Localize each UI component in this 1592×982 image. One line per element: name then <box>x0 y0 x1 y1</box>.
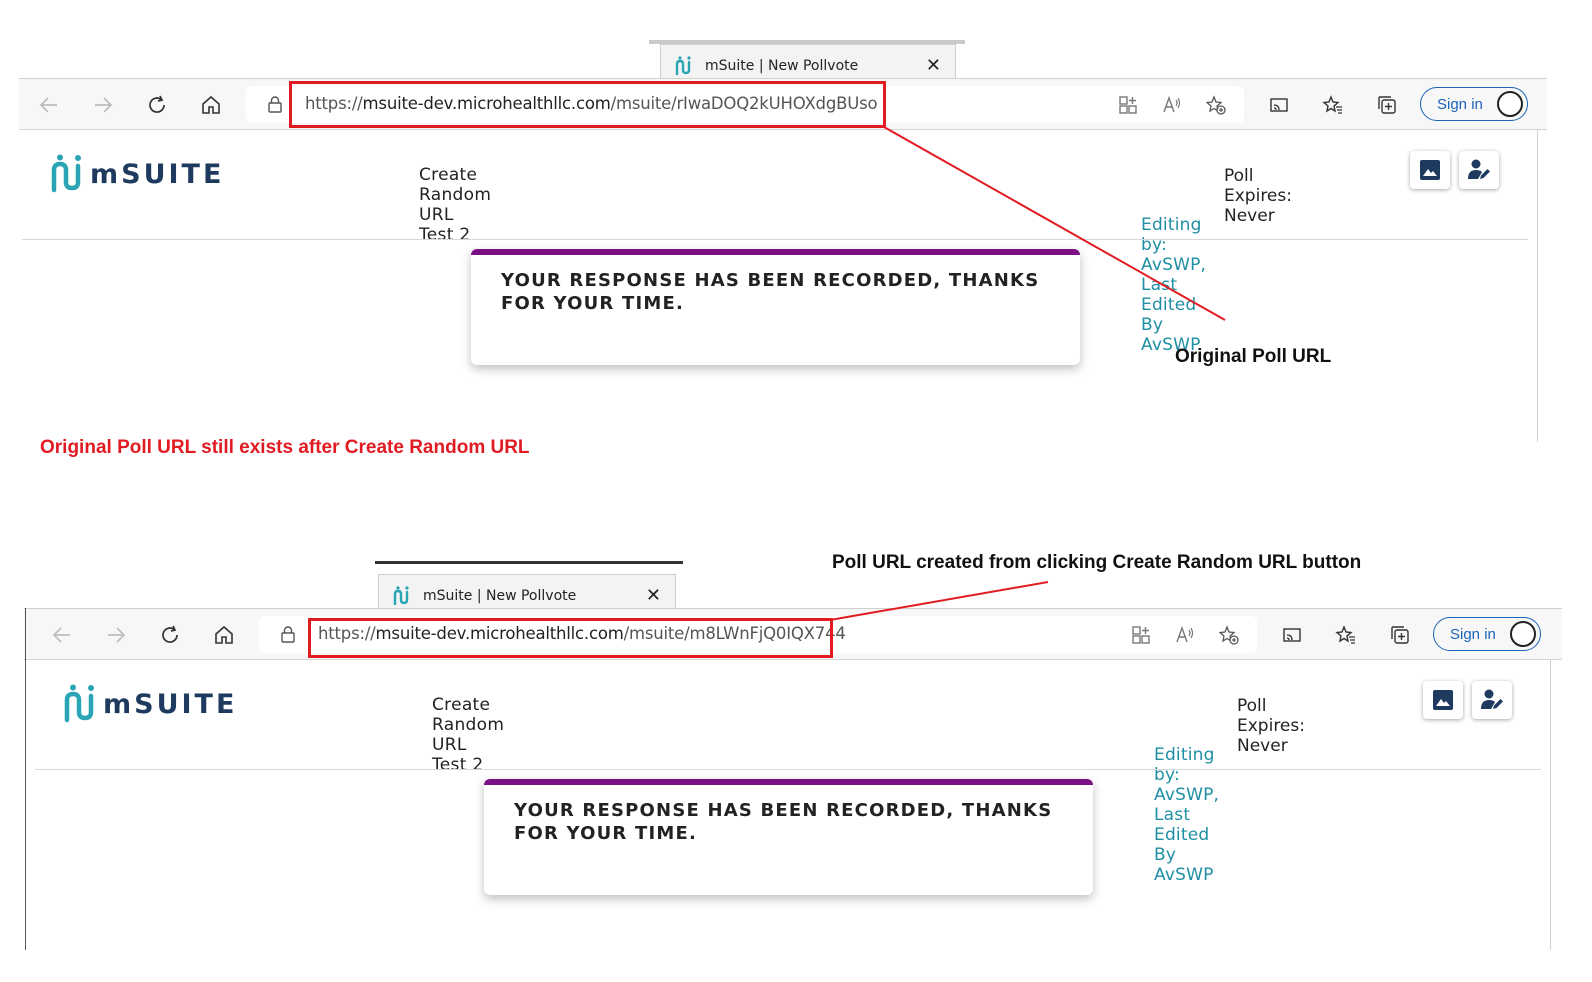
image-button[interactable] <box>1410 151 1450 189</box>
app-available-icon[interactable] <box>1131 625 1151 645</box>
msuite-logo-icon <box>64 684 94 723</box>
tab-title: mSuite | New Pollvote <box>705 57 859 74</box>
editing-info: Editing by: AvSWP, Last Edited By AvSWP <box>1141 215 1207 355</box>
msuite-logo: mSUITE <box>63 684 237 724</box>
home-button[interactable] <box>210 621 238 649</box>
back-button[interactable] <box>48 621 76 649</box>
annotation-original-url: Original Poll URL <box>1175 346 1332 367</box>
tab-strip <box>375 561 683 564</box>
sign-in-label: Sign in <box>1450 625 1496 643</box>
poll-expires: Poll Expires: Never <box>1224 166 1292 226</box>
window-edge <box>25 608 26 950</box>
cast-icon <box>1283 628 1301 642</box>
logo-text: mSUITE <box>90 158 225 190</box>
image-icon <box>1420 160 1440 180</box>
collections-icon <box>1378 96 1396 114</box>
edit-user-button[interactable] <box>1472 681 1512 719</box>
arrow-left-icon <box>52 627 70 643</box>
app-available-icon[interactable] <box>1118 95 1138 115</box>
read-aloud-icon[interactable] <box>1175 625 1195 645</box>
user-edit-icon <box>1468 159 1490 179</box>
add-favorite-icon[interactable] <box>1219 625 1239 645</box>
collections-button[interactable] <box>1386 621 1414 649</box>
window-edge <box>1537 130 1538 442</box>
sign-in-button[interactable]: Sign in <box>1433 617 1541 651</box>
forward-button[interactable] <box>89 91 117 119</box>
response-message: YOUR RESPONSE HAS BEEN RECORDED, THANKS … <box>514 800 1053 844</box>
msuite-favicon-icon <box>675 55 691 75</box>
arrow-left-icon <box>39 97 57 113</box>
header-divider <box>35 769 1541 770</box>
annotation-random-url: Poll URL created from clicking Create Ra… <box>832 552 1362 573</box>
read-aloud-icon[interactable] <box>1162 95 1182 115</box>
add-favorite-icon[interactable] <box>1206 95 1226 115</box>
window-edge-right <box>1550 660 1551 950</box>
image-button[interactable] <box>1423 681 1463 719</box>
refresh-icon <box>162 625 178 643</box>
refresh-icon <box>149 95 165 113</box>
arrow-right-icon <box>95 97 113 113</box>
response-message: YOUR RESPONSE HAS BEEN RECORDED, THANKS … <box>501 270 1040 314</box>
cast-button[interactable] <box>1278 621 1306 649</box>
lock-icon <box>281 626 295 643</box>
favorites-star-icon <box>1335 625 1355 644</box>
cast-button[interactable] <box>1265 91 1293 119</box>
msuite-logo: mSUITE <box>50 154 224 194</box>
home-button[interactable] <box>197 91 225 119</box>
poll-title: Create Random URL Test 2 <box>419 165 492 245</box>
back-button[interactable] <box>35 91 63 119</box>
response-card: YOUR RESPONSE HAS BEEN RECORDED, THANKS … <box>484 779 1093 895</box>
user-edit-icon <box>1481 689 1503 709</box>
logo-text: mSUITE <box>103 688 238 720</box>
home-icon <box>215 625 233 644</box>
home-icon <box>202 95 220 114</box>
editing-info: Editing by: AvSWP, Last Edited By AvSWP <box>1154 745 1220 885</box>
forward-button[interactable] <box>102 621 130 649</box>
collections-icon <box>1391 626 1409 644</box>
poll-title: Create Random URL Test 2 <box>432 695 505 775</box>
refresh-button[interactable] <box>156 621 184 649</box>
refresh-button[interactable] <box>143 91 171 119</box>
annotation-still-exists: Original Poll URL still exists after Cre… <box>40 437 530 458</box>
response-card: YOUR RESPONSE HAS BEEN RECORDED, THANKS … <box>471 249 1080 365</box>
collections-button[interactable] <box>1373 91 1401 119</box>
favorites-button[interactable] <box>1332 621 1360 649</box>
profile-avatar-icon <box>1497 91 1523 117</box>
sign-in-label: Sign in <box>1437 95 1483 113</box>
lock-icon <box>268 96 282 113</box>
highlight-box-original-url <box>289 81 886 128</box>
cast-icon <box>1270 98 1288 112</box>
poll-expires: Poll Expires: Never <box>1237 696 1305 756</box>
header-divider <box>22 239 1528 240</box>
msuite-favicon-icon <box>393 585 409 605</box>
sign-in-button[interactable]: Sign in <box>1420 87 1528 121</box>
profile-avatar-icon <box>1510 621 1536 647</box>
msuite-logo-icon <box>51 154 81 193</box>
image-icon <box>1433 690 1453 710</box>
tab-title: mSuite | New Pollvote <box>423 587 577 604</box>
arrow-right-icon <box>108 627 126 643</box>
close-tab-icon[interactable]: ✕ <box>646 585 661 606</box>
close-tab-icon[interactable]: ✕ <box>926 55 941 76</box>
favorites-star-icon <box>1322 95 1342 114</box>
favorites-button[interactable] <box>1319 91 1347 119</box>
edit-user-button[interactable] <box>1459 151 1499 189</box>
highlight-box-random-url <box>308 618 833 658</box>
